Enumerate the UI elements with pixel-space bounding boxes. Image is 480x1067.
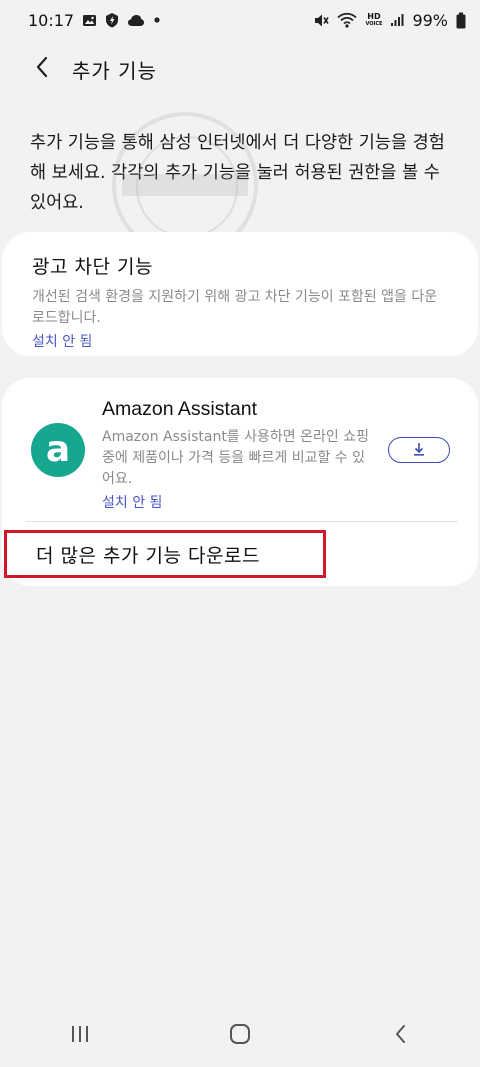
extension-status: 설치 안 됨 [102,495,163,511]
status-time: 10:17 [28,10,75,30]
extension-item-amazon-assistant[interactable]: a Amazon Assistant Amazon Assistant를 사용하… [2,378,478,520]
shield-icon [105,12,119,28]
battery-icon [456,12,466,29]
download-icon [412,441,426,460]
back-icon [393,1023,407,1049]
nav-back-button[interactable] [370,1011,430,1061]
extension-description: Amazon Assistant를 사용하면 온라인 쇼핑 중에 제품이나 가격… [102,429,369,487]
recents-icon [69,1024,91,1048]
intro-text: 추가 기능을 통해 삼성 인터넷에서 더 다양한 기능을 경험해 보세요. 각각… [30,133,445,213]
extensions-card: a Amazon Assistant Amazon Assistant를 사용하… [2,378,478,586]
signal-icon [390,13,404,27]
ad-block-description: 개선된 검색 환경을 지원하기 위해 광고 차단 기능이 포함된 앱을 다운로드… [32,289,438,326]
ad-block-card[interactable]: 광고 차단 기능 개선된 검색 환경을 지원하기 위해 광고 차단 기능이 포함… [2,232,478,356]
divider [26,521,458,522]
ad-block-title: 광고 차단 기능 [32,256,153,278]
back-arrow-icon [35,56,49,82]
app-bar: 추가 기능 [0,40,480,98]
dot-icon [153,16,161,24]
page-title: 추가 기능 [72,58,157,83]
mute-icon [313,13,330,28]
back-button[interactable] [22,49,62,89]
cloud-icon [127,14,145,27]
amazon-assistant-logo-letter: a [45,429,71,470]
navigation-bar [0,1004,480,1067]
status-bar: 10:17 HD VOICE 99% [0,0,480,40]
hd-voice-icon: HD VOICE [365,12,383,28]
home-icon [229,1023,251,1049]
more-downloads-button[interactable]: 더 많은 추가 기능 다운로드 [4,530,326,578]
battery-percent: 99% [412,10,448,30]
home-button[interactable] [210,1011,270,1061]
ad-block-status: 설치 안 됨 [32,334,93,350]
amazon-assistant-logo: a [31,423,85,477]
gallery-icon [82,13,97,28]
download-button[interactable] [388,437,450,463]
wifi-icon [337,12,358,28]
status-bar-left: 10:17 [28,11,161,30]
recents-button[interactable] [50,1011,110,1061]
extension-text: Amazon Assistant Amazon Assistant를 사용하면 … [102,398,372,512]
extension-name: Amazon Assistant [102,398,257,420]
more-downloads-label: 더 많은 추가 기능 다운로드 [36,544,260,567]
status-bar-right: HD VOICE 99% [313,11,466,30]
